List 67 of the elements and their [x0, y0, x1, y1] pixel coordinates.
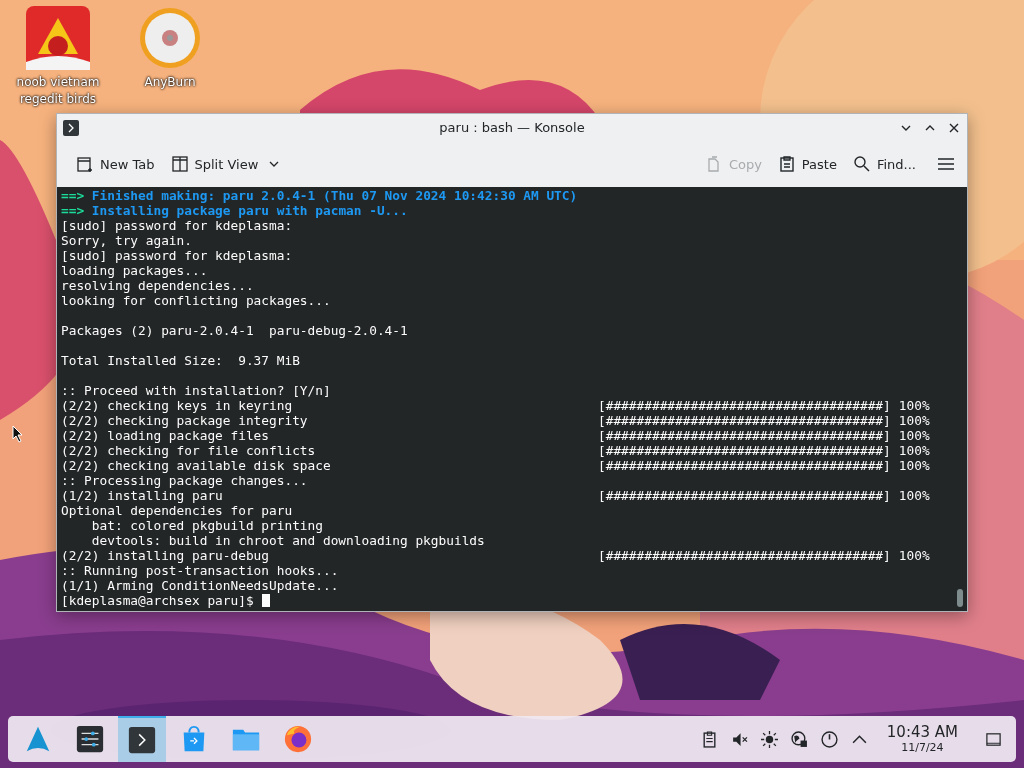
progress-text: [####################################]	[598, 443, 891, 458]
terminal-line: ==> Installing package paru with pacman -U...	[61, 203, 408, 218]
clock-date[interactable]: 11/7/24	[901, 741, 944, 754]
terminal-line: loading packages...	[61, 263, 208, 278]
terminal-line: :: Proceed with installation? [Y/n]	[61, 383, 331, 398]
terminal-line: (1/2) installing paru	[61, 488, 224, 503]
terminal-line: (2/2) loading package files	[61, 428, 271, 443]
terminal-icon	[127, 725, 157, 755]
progress-percent: 100%	[898, 548, 930, 563]
terminal-line: (2/2) checking for file conflicts	[61, 443, 317, 458]
window-title: paru : bash — Konsole	[439, 120, 585, 135]
terminal-line: :: Processing package changes...	[61, 473, 308, 488]
progress-percent: 100%	[898, 398, 930, 413]
disc-icon[interactable]	[138, 6, 202, 70]
progress-text: [####################################]	[598, 488, 891, 503]
progress-text: [####################################]	[598, 413, 891, 428]
network-icon[interactable]	[790, 730, 808, 748]
menu-icon[interactable]	[937, 155, 955, 173]
new-tab-button[interactable]: New Tab	[71, 151, 160, 177]
terminal-line: (2/2) installing paru-debug	[61, 548, 271, 563]
brightness-icon[interactable]	[760, 730, 778, 748]
terminal-line: Sorry, try again.	[61, 233, 192, 248]
search-icon	[852, 155, 871, 173]
terminal-line: bat: colored pkgbuild printing	[90, 518, 323, 533]
terminal-line: Optional dependencies for paru	[61, 503, 293, 518]
progress-percent: 100%	[898, 413, 930, 428]
game-icon[interactable]	[26, 6, 90, 70]
terminal-line: [sudo] password for kdeplasma:	[61, 218, 293, 233]
terminal-line: Total Installed Size: 9.37 MiB	[61, 353, 300, 368]
terminal-line: :: Running post-transaction hooks...	[61, 563, 339, 578]
terminal-line: resolving dependencies...	[61, 278, 254, 293]
progress-text: [####################################]	[598, 458, 891, 473]
terminal-line: Packages (2) paru-2.0.4-1 paru-debug-2.0.4-1	[61, 323, 408, 338]
terminal-line: (2/2) checking keys in keyring	[61, 398, 294, 413]
split-view-button[interactable]: Split View	[165, 151, 286, 177]
progress-percent: 100%	[898, 428, 930, 443]
new-tab-icon	[76, 155, 94, 173]
progress-percent: 100%	[898, 443, 930, 458]
split-view-icon	[170, 155, 189, 173]
muted-speaker-icon[interactable]	[730, 730, 748, 748]
progress-percent: 100%	[898, 458, 930, 473]
scrollbar-handle[interactable]	[957, 589, 963, 607]
terminal-line: looking for conflicting packages...	[61, 293, 331, 308]
progress-percent: 100%	[898, 488, 930, 503]
progress-text: [####################################]	[598, 398, 891, 413]
clipboard-icon	[777, 155, 796, 173]
sliders-icon	[75, 724, 105, 754]
gauge-icon[interactable]	[820, 730, 838, 748]
browser-icon	[283, 724, 313, 754]
terminal-line: [sudo] password for kdeplasma:	[61, 248, 293, 263]
text-cursor	[261, 594, 270, 607]
terminal-app-icon	[63, 119, 79, 136]
clock-time[interactable]: 10:43 AM	[886, 724, 958, 741]
progress-text: [####################################]	[598, 548, 891, 563]
shell-prompt: [kdeplasma@archsex paru]$	[61, 593, 254, 608]
paste-button[interactable]: Paste	[772, 151, 842, 177]
progress-text: [####################################]	[598, 428, 891, 443]
terminal-line: ==> Finished making: paru 2.0.4-1 (Thu 07 Nov 2024 10:42:30 AM UTC)	[61, 188, 578, 203]
terminal-line: (1/1) Arming ConditionNeedsUpdate...	[61, 578, 339, 593]
mouse-pointer-icon	[12, 425, 24, 443]
terminal-line: (2/2) checking available disk space	[61, 458, 332, 473]
terminal-task-button[interactable]	[118, 716, 166, 762]
terminal-line: (2/2) checking package integrity	[61, 413, 309, 428]
find-button[interactable]: Find...	[847, 151, 921, 177]
terminal-line: devtools: build in chroot and downloading pkgbuilds	[90, 533, 485, 548]
show-desktop-icon[interactable]	[985, 730, 1002, 748]
clipboard-icon[interactable]	[700, 730, 718, 748]
